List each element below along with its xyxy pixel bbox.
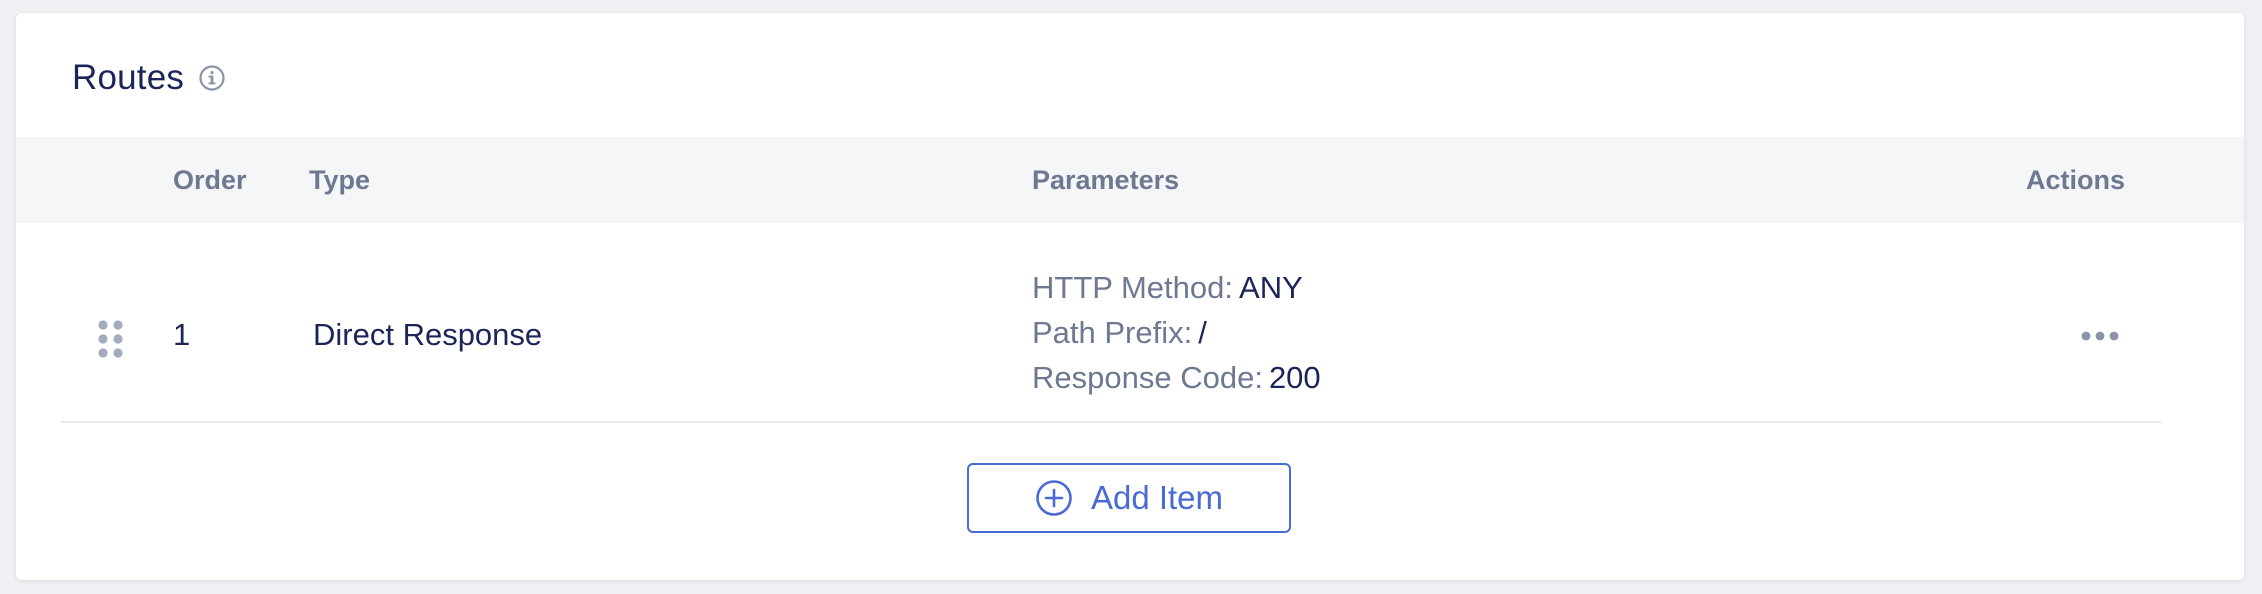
add-item-button[interactable]: Add Item	[967, 463, 1291, 533]
param-response-code: Response Code: 200	[1032, 355, 1321, 400]
table-row: 1 Direct Response HTTP Method: ANY Path P…	[16, 223, 2244, 423]
plus-circle-icon	[1036, 480, 1072, 516]
drag-handle-icon[interactable]	[96, 318, 126, 360]
row-divider	[61, 421, 2161, 423]
param-value: ANY	[1239, 270, 1303, 305]
row-order: 1	[173, 317, 191, 352]
column-header-parameters: Parameters	[1032, 165, 1180, 195]
param-key: HTTP Method:	[1032, 270, 1234, 305]
column-header-actions: Actions	[2026, 165, 2126, 195]
column-header-type: Type	[309, 165, 371, 195]
param-key: Path Prefix:	[1032, 315, 1193, 350]
more-horizontal-icon[interactable]	[2078, 321, 2122, 351]
row-parameters: HTTP Method: ANY Path Prefix: / Response C…	[1032, 265, 1321, 400]
column-header-order: Order	[173, 165, 247, 195]
param-key: Response Code:	[1032, 360, 1263, 395]
param-path-prefix: Path Prefix: /	[1032, 310, 1321, 355]
param-value: /	[1198, 315, 1207, 350]
info-icon[interactable]	[198, 64, 226, 92]
row-type: Direct Response	[313, 317, 543, 352]
param-value: 200	[1268, 360, 1321, 395]
card-header: Routes	[72, 53, 226, 103]
param-http-method: HTTP Method: ANY	[1032, 265, 1321, 310]
card-title: Routes	[72, 58, 185, 97]
add-item-label: Add Item	[1090, 479, 1224, 516]
routes-card: Routes Order Type Parameters Actions 1 D…	[16, 13, 2244, 580]
table-header: Order Type Parameters Actions	[16, 137, 2244, 223]
